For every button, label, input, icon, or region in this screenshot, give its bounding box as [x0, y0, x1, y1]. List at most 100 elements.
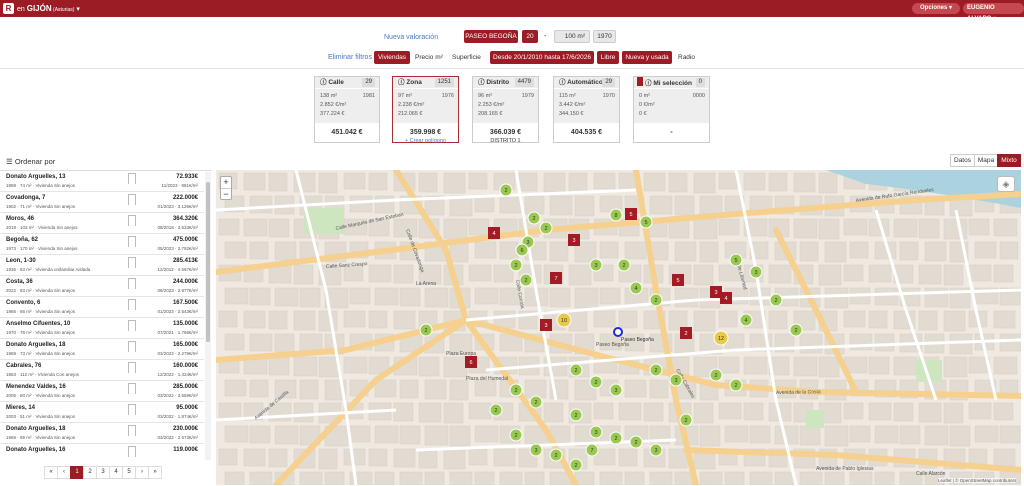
- list-item[interactable]: Menendez Valdes, 16 2005 · 80 m² · Vivien…: [0, 381, 204, 402]
- user-menu-button[interactable]: EUGENIO ALVARO ▾: [963, 3, 1024, 22]
- list-item[interactable]: Moros, 46 2018 · 103 m² · Vivienda Sin an…: [0, 213, 204, 234]
- results-list[interactable]: Donato Arguelles, 13 1959 · 74 m² · Vivie…: [0, 170, 212, 462]
- cluster-marker-green[interactable]: 2: [769, 293, 783, 307]
- cluster-marker-red[interactable]: 5: [672, 274, 684, 286]
- list-item[interactable]: Donato Arguelles, 16 119.000€: [0, 444, 204, 462]
- options-button[interactable]: Opciones ▾: [912, 3, 961, 14]
- cluster-marker-green[interactable]: 4: [629, 281, 643, 295]
- cluster-marker-green[interactable]: 2: [569, 363, 583, 377]
- cluster-marker-green[interactable]: 2: [789, 323, 803, 337]
- bookmark-icon[interactable]: [128, 383, 136, 394]
- cluster-marker-green[interactable]: 2: [499, 183, 513, 197]
- map-canvas[interactable]: Avenida de la CostaCalle Marqués de San …: [216, 170, 1021, 485]
- filter-dates-button[interactable]: Desde 20/1/2010 hasta 17/6/2026: [490, 51, 594, 64]
- zoom-in-button[interactable]: +: [221, 177, 231, 188]
- cluster-marker-green[interactable]: 3: [609, 383, 623, 397]
- map[interactable]: Avenida de la Costa Calle Marqués de San …: [216, 170, 1021, 485]
- bookmark-icon[interactable]: [128, 173, 136, 184]
- cluster-marker-green[interactable]: 2: [709, 368, 723, 382]
- create-polygon-link[interactable]: + Crear polígono: [393, 138, 458, 144]
- cluster-marker-green[interactable]: 3: [749, 265, 763, 279]
- cluster-marker-green[interactable]: 2: [489, 403, 503, 417]
- filter-libre-button[interactable]: Libre: [597, 51, 619, 64]
- page-button[interactable]: »: [148, 466, 162, 479]
- card-calle[interactable]: ⓘ Calle 29 138 m² 2.852 €/m² 377.224 €1981 …: [314, 76, 380, 143]
- card-distrito[interactable]: ⓘ Distrito 4479 96 m² 2.253 €/m² 208.165 €1…: [472, 76, 539, 144]
- area-field[interactable]: 100 m²: [554, 30, 590, 43]
- bookmark-icon[interactable]: [128, 404, 136, 415]
- page-button[interactable]: «: [44, 466, 58, 479]
- cluster-marker-green[interactable]: 2: [527, 211, 541, 225]
- list-item[interactable]: Cabrales, 76 1863 · 112 m² · Vivienda Con…: [0, 360, 204, 381]
- cluster-marker-red[interactable]: 4: [488, 227, 500, 239]
- cluster-marker-green[interactable]: 7: [585, 443, 599, 457]
- bookmark-icon[interactable]: [128, 215, 136, 226]
- cluster-marker-green[interactable]: 2: [519, 273, 533, 287]
- cluster-marker-red[interactable]: 5: [625, 208, 637, 220]
- view-datos-button[interactable]: Datos: [950, 154, 975, 167]
- bookmark-icon[interactable]: [128, 278, 136, 289]
- list-item[interactable]: Covadonga, 7 1902 · 71 m² · Vivienda Sin …: [0, 192, 204, 213]
- list-item[interactable]: Mieres, 14 2003 · 51 m² · Vivienda Sin an…: [0, 402, 204, 423]
- bookmark-icon[interactable]: [128, 446, 136, 457]
- layers-icon[interactable]: ◈: [997, 176, 1015, 192]
- cluster-marker-red[interactable]: 7: [550, 272, 562, 284]
- list-item[interactable]: Donato Arguelles, 18 1969 · 73 m² · Vivie…: [0, 339, 204, 360]
- street-field[interactable]: PASEO BEGOÑA: [464, 30, 518, 43]
- clear-filters-link[interactable]: Eliminar filtros: [328, 54, 372, 61]
- cluster-marker-green[interactable]: 4: [739, 313, 753, 327]
- page-button[interactable]: 2: [83, 466, 97, 479]
- cluster-marker-green[interactable]: 2: [529, 395, 543, 409]
- cluster-marker-green[interactable]: 3: [589, 258, 603, 272]
- cluster-marker-red[interactable]: 2: [680, 327, 692, 339]
- cluster-marker-green[interactable]: 2: [569, 458, 583, 472]
- page-button[interactable]: 5: [122, 466, 136, 479]
- cluster-marker-green[interactable]: 2: [569, 408, 583, 422]
- app-logo[interactable]: R: [3, 3, 14, 14]
- filter-nueva-button[interactable]: Nueva y usada: [622, 51, 672, 64]
- zoom-out-button[interactable]: −: [221, 188, 231, 199]
- bookmark-icon[interactable]: [128, 299, 136, 310]
- scrollbar-thumb[interactable]: [206, 182, 210, 342]
- cluster-marker-green[interactable]: 6: [515, 243, 529, 257]
- filter-superficie-button[interactable]: Superficie: [452, 51, 481, 64]
- card-mi-seleccion[interactable]: ⓘ Mi selección 0 0 m² 0 €/m² 0 €0000 -: [633, 76, 710, 143]
- cluster-marker-green[interactable]: 3: [649, 443, 663, 457]
- bookmark-icon[interactable]: [128, 236, 136, 247]
- cluster-marker-green[interactable]: 3: [529, 443, 543, 457]
- view-mapa-button[interactable]: Mapa: [974, 154, 998, 167]
- cluster-marker-green[interactable]: 2: [679, 413, 693, 427]
- list-item[interactable]: Donato Arguelles, 18 1969 · 89 m² · Vivie…: [0, 423, 204, 444]
- cluster-marker-green[interactable]: 5: [729, 253, 743, 267]
- cluster-marker-green[interactable]: 2: [649, 293, 663, 307]
- cluster-marker-green[interactable]: 2: [729, 378, 743, 392]
- list-item[interactable]: Convento, 6 1966 · 66 m² · Vivienda Sin a…: [0, 297, 204, 318]
- page-button[interactable]: 1: [70, 466, 84, 479]
- list-item[interactable]: Donato Arguelles, 13 1959 · 74 m² · Vivie…: [0, 171, 204, 192]
- bookmark-icon[interactable]: [128, 425, 136, 436]
- cluster-marker-green[interactable]: 2: [609, 431, 623, 445]
- filter-radio-button[interactable]: Radio: [678, 51, 695, 64]
- bookmark-icon[interactable]: [128, 341, 136, 352]
- cluster-marker-green[interactable]: 2: [509, 383, 523, 397]
- cluster-marker-red[interactable]: 3: [568, 234, 580, 246]
- cluster-marker-green[interactable]: 2: [549, 448, 563, 462]
- filter-viviendas-button[interactable]: Viviendas: [374, 51, 410, 64]
- cluster-marker-green[interactable]: 8: [609, 208, 623, 222]
- bookmark-icon[interactable]: [128, 362, 136, 373]
- card-zona[interactable]: ⓘ Zona 1251 97 m² 2.238 €/m² 212.065 €1976 …: [392, 76, 459, 144]
- list-scrollbar[interactable]: [205, 172, 211, 460]
- year-field[interactable]: 1970: [593, 30, 616, 43]
- view-mixto-button[interactable]: Mixto: [997, 154, 1021, 167]
- cluster-marker-green[interactable]: 5: [639, 215, 653, 229]
- bookmark-icon[interactable]: [128, 194, 136, 205]
- cluster-marker-green[interactable]: 2: [629, 435, 643, 449]
- cluster-marker-red[interactable]: 4: [720, 292, 732, 304]
- sort-control[interactable]: ☰ Ordenar por: [6, 157, 55, 166]
- cluster-marker-red[interactable]: 6: [465, 356, 477, 368]
- cluster-marker-green[interactable]: 2: [589, 375, 603, 389]
- cluster-marker-green[interactable]: 2: [649, 363, 663, 377]
- list-item[interactable]: Costa, 36 2022 · 83 m² · Vivienda Sin ane…: [0, 276, 204, 297]
- city-selector[interactable]: en GIJÓN (Asturias) ▾: [17, 4, 80, 13]
- list-item[interactable]: Begoña, 62 1973 · 170 m² · Vivienda Sin a…: [0, 234, 204, 255]
